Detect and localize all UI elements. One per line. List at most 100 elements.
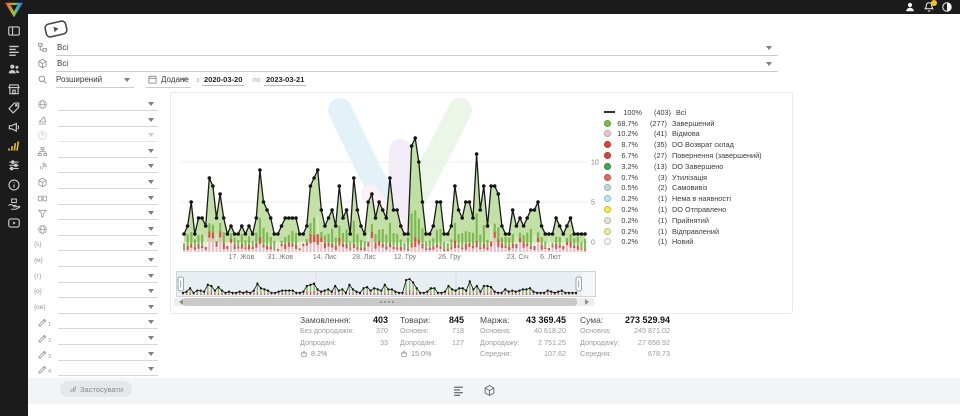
- apply-button[interactable]: Застосувати: [60, 381, 132, 397]
- nav-info-icon[interactable]: [7, 178, 21, 192]
- legend-item[interactable]: 8.7%(35)DO Возврат склад: [604, 139, 790, 150]
- user-icon[interactable]: [904, 1, 916, 13]
- filter-select-caret-icon[interactable]: [148, 102, 154, 109]
- filter-select-caret-icon[interactable]: [148, 211, 154, 218]
- filter-select-caret-icon[interactable]: [148, 118, 154, 125]
- legend-item[interactable]: 0.2%(1)Прийнятий: [604, 215, 790, 226]
- legend-item[interactable]: 10.2%(41)Відмова: [604, 129, 790, 140]
- filter-select-5[interactable]: [58, 171, 158, 173]
- filter-token-{ов}-icon: {ов}: [34, 304, 45, 311]
- package-view-icon[interactable]: [483, 384, 496, 397]
- filter-select-caret-icon[interactable]: [148, 274, 154, 281]
- filter-select-6[interactable]: [58, 187, 158, 189]
- scroll-right-icon[interactable]: [585, 299, 592, 305]
- nav-users-icon[interactable]: [7, 62, 21, 76]
- nav-rows-icon[interactable]: [7, 43, 21, 57]
- filter-select-caret-icon[interactable]: [148, 336, 154, 343]
- bell-icon[interactable]: [923, 1, 935, 13]
- filter-select-12[interactable]: [58, 281, 158, 283]
- nav-handbox-icon[interactable]: [7, 197, 21, 211]
- nav-sidebar: [0, 0, 28, 416]
- basket-icon: [300, 350, 308, 358]
- filter-select-caret-icon[interactable]: [148, 367, 154, 374]
- scroll-left-icon[interactable]: [176, 299, 183, 305]
- filter-select-9[interactable]: [58, 234, 158, 236]
- filter-select-caret-icon[interactable]: [148, 305, 154, 312]
- stat-sub-label: Допродані:: [300, 337, 336, 349]
- filter-select-4[interactable]: [58, 156, 158, 158]
- filter-select-caret-icon[interactable]: [148, 227, 154, 234]
- legend-item[interactable]: 6.7%(27)Повернення (завершений): [604, 150, 790, 161]
- filter-select-3[interactable]: [58, 140, 158, 142]
- orders-timeline-chart[interactable]: 051017. Жов31. Жов14. Лис28. Лис12. Гру2…: [178, 103, 608, 268]
- category-filter-underline[interactable]: [56, 54, 778, 56]
- filter-select-10[interactable]: [58, 249, 158, 251]
- filter-select-caret-icon[interactable]: [148, 258, 154, 265]
- search-mode-underline[interactable]: [56, 86, 134, 88]
- svg-text:14. Лис: 14. Лис: [313, 254, 337, 261]
- legend-item[interactable]: 68.7%(277)Завершений: [604, 118, 790, 129]
- search-icon[interactable]: [37, 74, 48, 85]
- legend-item[interactable]: 0.2%(1)Новий: [604, 237, 790, 248]
- nav-store-icon[interactable]: [7, 82, 21, 96]
- product-filter-caret-icon[interactable]: [766, 62, 772, 69]
- filter-select-2[interactable]: [58, 125, 158, 127]
- filter-select-16[interactable]: [58, 343, 158, 345]
- filter-select-caret-icon[interactable]: [148, 149, 154, 156]
- scrollbar-thumb[interactable]: [183, 298, 577, 306]
- nav-chart-icon[interactable]: [7, 139, 21, 153]
- filter-select-caret-icon[interactable]: [148, 180, 154, 187]
- theme-toggle-icon[interactable]: [941, 1, 953, 13]
- legend-item[interactable]: 0.2%(1)DO Отправлено: [604, 204, 790, 215]
- filter-select-11[interactable]: [58, 265, 158, 267]
- filter-select-caret-icon[interactable]: [148, 289, 154, 296]
- legend-percent: 8.7%: [611, 140, 638, 149]
- filter-select-17[interactable]: [58, 359, 158, 361]
- filter-select-18[interactable]: [58, 374, 158, 376]
- filter-select-15[interactable]: [58, 327, 158, 329]
- legend-item[interactable]: 100%(403)Всі: [604, 107, 790, 118]
- filter-select-1[interactable]: [58, 109, 158, 111]
- legend-item[interactable]: 0.7%(3)Утилізація: [604, 172, 790, 183]
- filter-select-caret-icon[interactable]: [148, 352, 154, 359]
- filter-select-14[interactable]: [58, 312, 158, 314]
- date-field-caret-icon[interactable]: [181, 78, 187, 85]
- legend-label: Відмова: [672, 129, 700, 138]
- marketplace-source-icon[interactable]: [43, 19, 70, 40]
- nav-dashboard-icon[interactable]: [7, 24, 21, 38]
- legend-item[interactable]: 0.2%(1)Нема в наявності: [604, 193, 790, 204]
- legend-item[interactable]: 0.2%(1)Відправлений: [604, 226, 790, 237]
- date-to-input[interactable]: 2023-03-21: [264, 75, 306, 86]
- brand-logo-icon[interactable]: [3, 1, 25, 19]
- filter-pencil2-icon: 2: [37, 333, 48, 344]
- list-view-icon[interactable]: [452, 384, 465, 397]
- nav-sliders-icon[interactable]: [7, 158, 21, 172]
- category-filter-value[interactable]: Всі: [57, 43, 68, 52]
- filter-select-caret-icon[interactable]: [148, 196, 154, 203]
- product-filter-value[interactable]: Всі: [57, 59, 68, 68]
- chart-scrollbar[interactable]: [174, 298, 594, 306]
- filter-select-caret-icon[interactable]: [148, 242, 154, 249]
- date-from-input[interactable]: 2020-03-20: [202, 75, 244, 86]
- brush-handle-right[interactable]: [576, 277, 582, 291]
- search-mode-value[interactable]: Розширений: [56, 75, 102, 84]
- filter-select-13[interactable]: [58, 296, 158, 298]
- legend-item[interactable]: 0.5%(2)Самовивіз: [604, 183, 790, 194]
- nav-video-icon[interactable]: [7, 216, 21, 230]
- filter-select-caret-icon[interactable]: [148, 133, 154, 140]
- brush-handle-left[interactable]: [178, 277, 184, 291]
- date-field-underline[interactable]: [146, 86, 191, 88]
- nav-tag-icon[interactable]: [7, 101, 21, 115]
- nav-megaphone-icon[interactable]: [7, 120, 21, 134]
- category-filter-caret-icon[interactable]: [766, 46, 772, 53]
- search-mode-caret-icon[interactable]: [124, 78, 130, 85]
- product-filter-underline[interactable]: [56, 70, 778, 72]
- legend-label: Відправлений: [672, 227, 719, 236]
- chart-range-brush[interactable]: [176, 271, 596, 297]
- filter-select-7[interactable]: [58, 203, 158, 205]
- filter-select-8[interactable]: [58, 218, 158, 220]
- stat-sub-label: Основні:: [400, 325, 429, 337]
- filter-select-caret-icon[interactable]: [148, 164, 154, 171]
- filter-select-caret-icon[interactable]: [148, 320, 154, 327]
- legend-item[interactable]: 3.2%(13)DO Завершено: [604, 161, 790, 172]
